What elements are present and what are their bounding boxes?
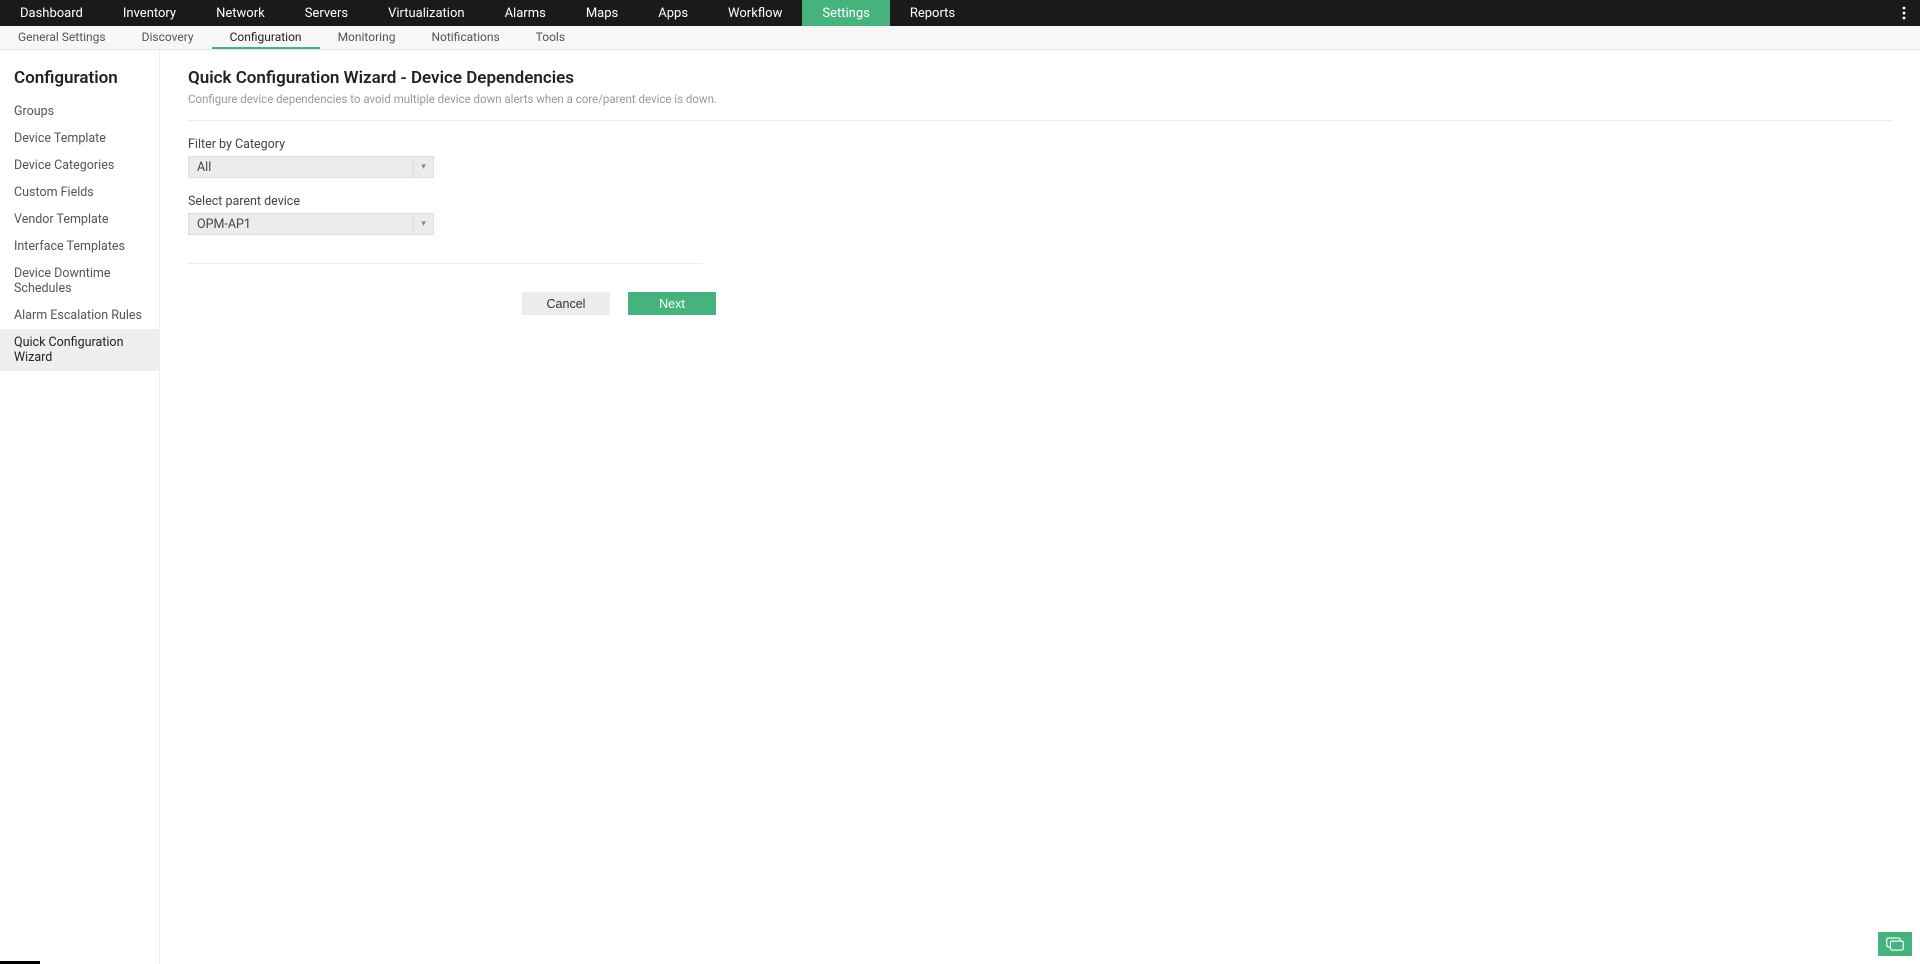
- top-nav: Dashboard Inventory Network Servers Virt…: [0, 0, 1920, 26]
- subnav-configuration[interactable]: Configuration: [212, 26, 320, 49]
- chat-fab[interactable]: [1878, 932, 1912, 956]
- filter-by-category-select[interactable]: All ▾: [188, 156, 434, 178]
- subnav-discovery[interactable]: Discovery: [124, 26, 212, 49]
- kebab-menu-icon[interactable]: [1896, 0, 1912, 26]
- nav-apps[interactable]: Apps: [638, 0, 708, 26]
- cancel-button[interactable]: Cancel: [522, 292, 610, 315]
- sidebar-item-alarm-escalation-rules[interactable]: Alarm Escalation Rules: [0, 302, 159, 329]
- sidebar-item-device-template[interactable]: Device Template: [0, 125, 159, 152]
- chat-icon: [1886, 937, 1904, 951]
- select-parent-device-value: OPM-AP1: [189, 214, 413, 234]
- nav-network[interactable]: Network: [196, 0, 285, 26]
- nav-reports[interactable]: Reports: [890, 0, 975, 26]
- sidebar-item-device-categories[interactable]: Device Categories: [0, 152, 159, 179]
- next-button[interactable]: Next: [628, 292, 716, 315]
- divider: [188, 120, 1892, 121]
- chevron-down-icon: ▾: [413, 214, 433, 234]
- sidebar-item-vendor-template[interactable]: Vendor Template: [0, 206, 159, 233]
- nav-servers[interactable]: Servers: [285, 0, 368, 26]
- sidebar-item-groups[interactable]: Groups: [0, 98, 159, 125]
- select-parent-device-label: Select parent device: [188, 194, 1892, 209]
- nav-inventory[interactable]: Inventory: [103, 0, 196, 26]
- button-row: Cancel Next: [522, 292, 1892, 315]
- subnav-notifications[interactable]: Notifications: [413, 26, 517, 49]
- nav-settings[interactable]: Settings: [802, 0, 889, 26]
- sidebar: Configuration Groups Device Template Dev…: [0, 50, 160, 964]
- filter-by-category-value: All: [189, 157, 413, 177]
- nav-virtualization[interactable]: Virtualization: [368, 0, 485, 26]
- page-title: Quick Configuration Wizard - Device Depe…: [188, 68, 1892, 88]
- nav-dashboard[interactable]: Dashboard: [0, 0, 103, 26]
- page-description: Configure device dependencies to avoid m…: [188, 92, 1892, 106]
- main-content: Quick Configuration Wizard - Device Depe…: [160, 50, 1920, 964]
- sidebar-title: Configuration: [0, 68, 159, 98]
- nav-workflow[interactable]: Workflow: [708, 0, 802, 26]
- nav-alarms[interactable]: Alarms: [485, 0, 566, 26]
- nav-maps[interactable]: Maps: [566, 0, 638, 26]
- sidebar-item-device-downtime-schedules[interactable]: Device Downtime Schedules: [0, 260, 159, 302]
- subnav-tools[interactable]: Tools: [518, 26, 583, 49]
- select-parent-device-select[interactable]: OPM-AP1 ▾: [188, 213, 434, 235]
- subnav-monitoring[interactable]: Monitoring: [320, 26, 414, 49]
- select-parent-device-field: Select parent device OPM-AP1 ▾: [188, 194, 1892, 235]
- divider: [188, 263, 703, 264]
- chevron-down-icon: ▾: [413, 157, 433, 177]
- filter-by-category-label: Filter by Category: [188, 137, 1892, 152]
- filter-by-category-field: Filter by Category All ▾: [188, 137, 1892, 178]
- sidebar-item-quick-configuration-wizard[interactable]: Quick Configuration Wizard: [0, 329, 159, 371]
- sub-nav: General Settings Discovery Configuration…: [0, 26, 1920, 50]
- subnav-general-settings[interactable]: General Settings: [0, 26, 124, 49]
- sidebar-item-interface-templates[interactable]: Interface Templates: [0, 233, 159, 260]
- sidebar-item-custom-fields[interactable]: Custom Fields: [0, 179, 159, 206]
